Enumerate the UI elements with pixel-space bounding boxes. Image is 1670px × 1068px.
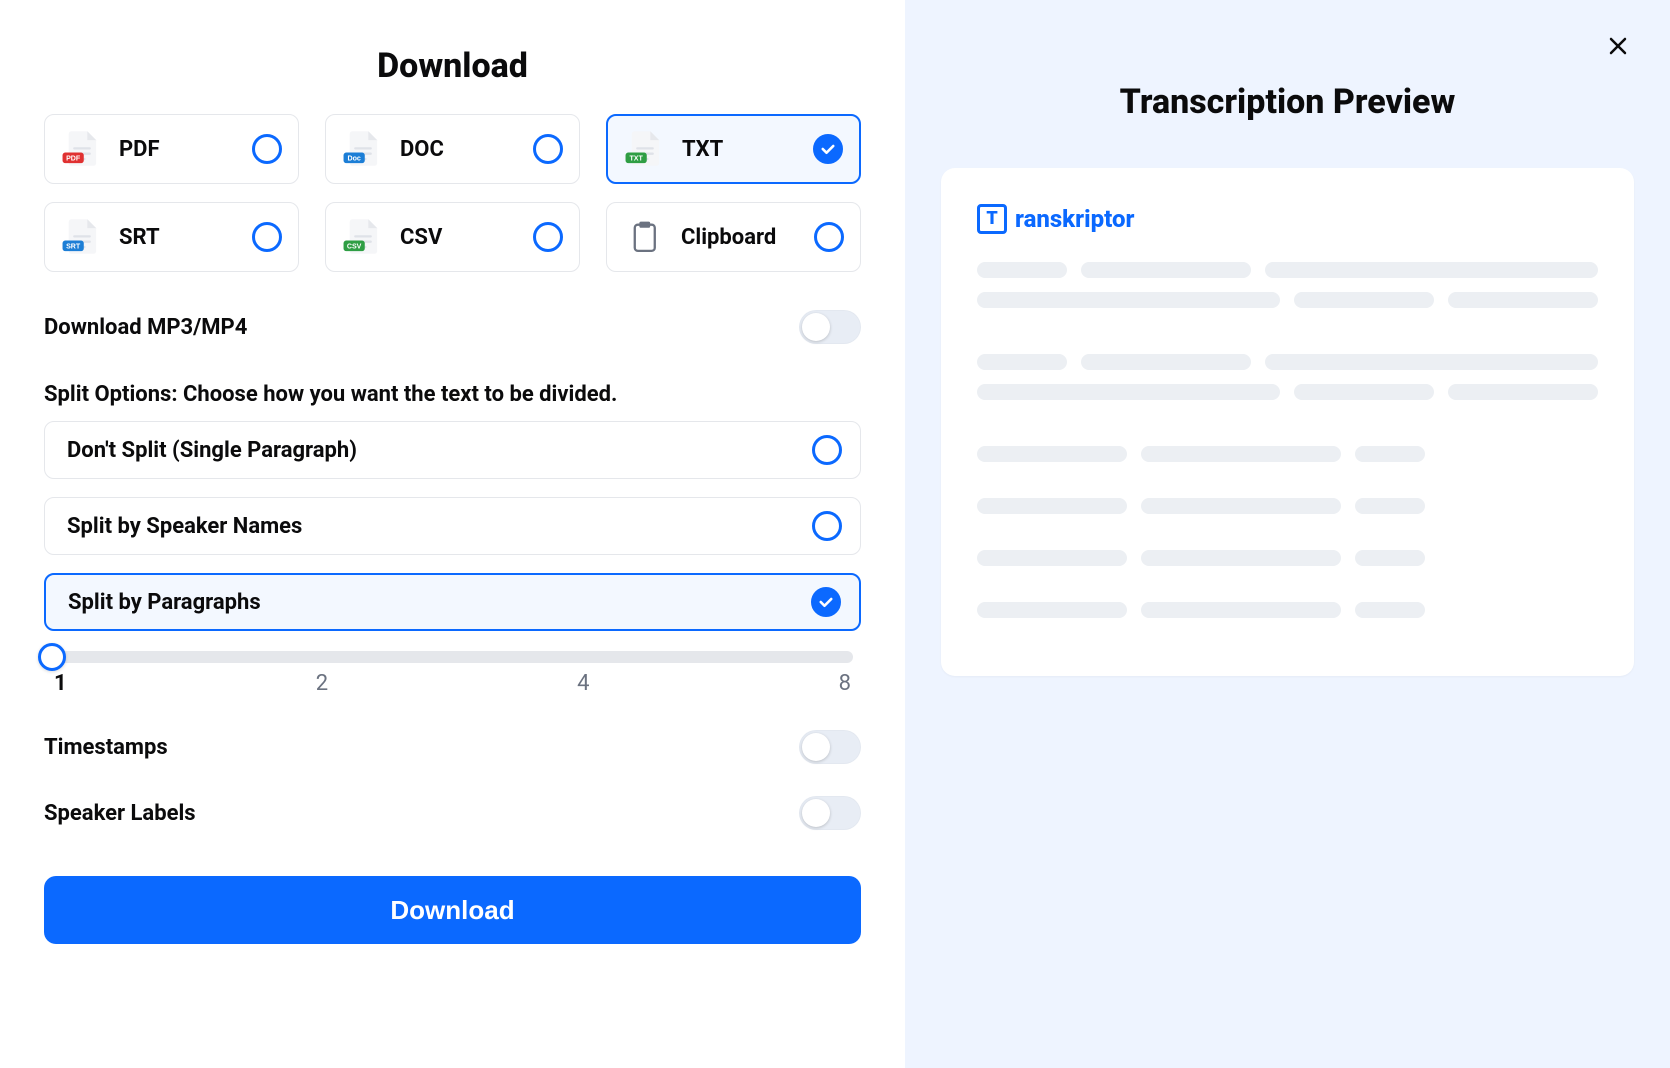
speaker-labels-toggle[interactable] <box>799 796 861 830</box>
preview-card: T ranskriptor <box>941 168 1634 676</box>
format-pdf[interactable]: PDF PDF <box>44 114 299 184</box>
skeleton-block <box>977 498 1598 514</box>
format-csv[interactable]: CSV CSV <box>325 202 580 272</box>
skeleton-block <box>977 262 1598 308</box>
download-button[interactable]: Download <box>44 876 861 944</box>
svg-text:Doc: Doc <box>347 156 360 163</box>
skeleton-block <box>977 354 1598 400</box>
brand-icon: T <box>977 204 1007 234</box>
svg-text:TXT: TXT <box>629 156 643 163</box>
format-label: TXT <box>682 137 813 162</box>
split-option-label: Split by Speaker Names <box>67 514 302 539</box>
preview-panel: Transcription Preview T ranskriptor <box>905 0 1670 1068</box>
txt-file-icon: TXT <box>618 121 672 177</box>
format-grid: PDF PDF Doc DOC TXT TXT <box>44 114 861 272</box>
split-option-label: Don't Split (Single Paragraph) <box>67 438 357 463</box>
split-radio <box>812 511 842 541</box>
split-option-label: Split by Paragraphs <box>68 590 261 615</box>
split-option-0[interactable]: Don't Split (Single Paragraph) <box>44 421 861 479</box>
doc-file-icon: Doc <box>336 121 390 177</box>
split-heading: Split Options: Choose how you want the t… <box>44 382 861 407</box>
format-srt[interactable]: SRT SRT <box>44 202 299 272</box>
format-radio <box>533 222 563 252</box>
svg-text:CSV: CSV <box>347 244 362 251</box>
format-radio <box>533 134 563 164</box>
slider-tick: 8 <box>839 671 851 696</box>
clipboard-file-icon <box>617 209 671 265</box>
split-option-1[interactable]: Split by Speaker Names <box>44 497 861 555</box>
format-label: Clipboard <box>681 225 814 250</box>
format-clipboard[interactable]: Clipboard <box>606 202 861 272</box>
mp3mp4-row: Download MP3/MP4 <box>44 310 861 344</box>
preview-title: Transcription Preview <box>941 82 1634 122</box>
slider-tick: 2 <box>316 671 328 696</box>
slider-thumb[interactable] <box>38 643 66 671</box>
format-label: SRT <box>119 225 252 250</box>
timestamps-row: Timestamps <box>44 730 861 764</box>
format-txt[interactable]: TXT TXT <box>606 114 861 184</box>
skeleton-block <box>977 602 1598 618</box>
svg-text:SRT: SRT <box>66 244 81 251</box>
mp3mp4-toggle[interactable] <box>799 310 861 344</box>
format-label: CSV <box>400 225 533 250</box>
slider-ticks: 1 2 4 8 <box>52 671 853 696</box>
slider-track <box>52 651 853 663</box>
timestamps-toggle[interactable] <box>799 730 861 764</box>
format-label: DOC <box>400 137 533 162</box>
format-radio <box>813 134 843 164</box>
skeleton-block <box>977 550 1598 566</box>
csv-file-icon: CSV <box>336 209 390 265</box>
speaker-labels-row: Speaker Labels <box>44 796 861 830</box>
speaker-labels-label: Speaker Labels <box>44 801 196 826</box>
paragraph-slider[interactable]: 1 2 4 8 <box>52 651 853 696</box>
slider-tick: 4 <box>577 671 589 696</box>
format-doc[interactable]: Doc DOC <box>325 114 580 184</box>
pdf-file-icon: PDF <box>55 121 109 177</box>
download-dialog: Download PDF PDF Doc DOC TXT <box>0 0 1670 1068</box>
brand-logo: T ranskriptor <box>977 204 1598 234</box>
format-radio <box>252 134 282 164</box>
format-radio <box>252 222 282 252</box>
format-radio <box>814 222 844 252</box>
split-radio <box>812 435 842 465</box>
download-title: Download <box>44 46 861 86</box>
download-panel: Download PDF PDF Doc DOC TXT <box>0 0 905 1068</box>
timestamps-label: Timestamps <box>44 735 168 760</box>
split-options: Don't Split (Single Paragraph) Split by … <box>44 421 861 631</box>
close-icon[interactable] <box>1600 28 1636 64</box>
split-option-2[interactable]: Split by Paragraphs <box>44 573 861 631</box>
slider-tick: 1 <box>54 671 67 696</box>
mp3mp4-label: Download MP3/MP4 <box>44 315 247 340</box>
skeleton-block <box>977 446 1598 462</box>
format-label: PDF <box>119 137 252 162</box>
split-radio <box>811 587 841 617</box>
srt-file-icon: SRT <box>55 209 109 265</box>
brand-text: ranskriptor <box>1015 205 1134 233</box>
svg-text:PDF: PDF <box>66 156 81 163</box>
